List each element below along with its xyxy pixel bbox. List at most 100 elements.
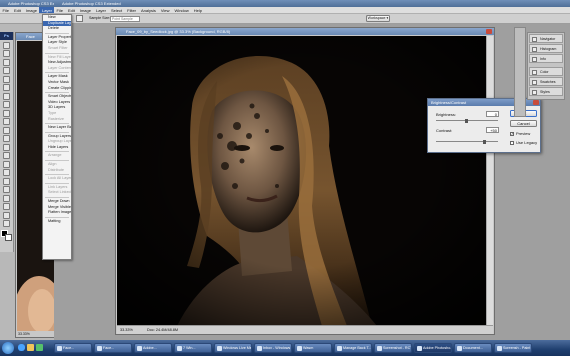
layer-menu-item-hide-layers[interactable]: Hide Layers: [43, 145, 71, 151]
menu-separator: [45, 160, 69, 162]
panel-swatches[interactable]: Swatches: [529, 77, 563, 86]
layer-menu-item-flatten-image[interactable]: Flatten Image: [43, 210, 71, 216]
panel-navigator[interactable]: Navigator: [529, 34, 563, 43]
brightness-slider-handle[interactable]: [465, 119, 468, 123]
cancel-button[interactable]: Cancel: [510, 120, 537, 127]
brightness-input[interactable]: 0: [486, 111, 499, 117]
main_app-menu-help[interactable]: Help: [191, 7, 204, 13]
taskbar-item[interactable]: Wasm: [294, 343, 332, 353]
layer-menu-item-matting[interactable]: Matting: [43, 219, 71, 225]
layer-menu-item-merge-down[interactable]: Merge Down: [43, 199, 71, 205]
preview-check-icon[interactable]: ✓: [510, 131, 514, 136]
left_app-menu-layer[interactable]: Layer: [39, 7, 55, 13]
contrast-slider-handle[interactable]: [483, 140, 486, 144]
taskbar-item[interactable]: Face...: [94, 343, 132, 353]
close-icon[interactable]: [486, 29, 492, 34]
hand-tool-icon[interactable]: [3, 211, 10, 219]
menu-separator: [45, 151, 69, 153]
legacy-check-icon[interactable]: [510, 140, 514, 145]
main_app-menu-window[interactable]: Window: [172, 7, 191, 13]
taskbar-item[interactable]: Face...: [54, 343, 92, 353]
taskbar-item[interactable]: Document...: [454, 343, 492, 353]
main_app-menu-file[interactable]: File: [54, 7, 65, 13]
taskbar-item[interactable]: Inbox - Windows ...: [254, 343, 292, 353]
pen-tool-icon[interactable]: [3, 160, 10, 168]
taskbar-item[interactable]: Adobe...: [134, 343, 172, 353]
layer-menu-item-create-clipping-mask[interactable]: Create Clipping Mask: [43, 86, 71, 92]
dodge-tool-icon[interactable]: [3, 152, 10, 159]
layer-menu-item-lock-all-layers-in-group: Lock All Layers in Group...: [48, 176, 71, 181]
taskbar-item[interactable]: 7 Win...: [174, 343, 212, 353]
taskbar-item[interactable]: Manage Back T...: [334, 343, 372, 353]
panel-styles[interactable]: Styles: [529, 87, 563, 96]
explorer-icon[interactable]: [27, 344, 34, 351]
taskbar-item-label: Manage Back T...: [343, 346, 372, 350]
layer-menu-item-new-adjustment-layer[interactable]: New Adjustment Layer: [43, 60, 71, 66]
main_app-menu-layer[interactable]: Layer: [93, 7, 108, 13]
notes-tool-icon[interactable]: [3, 194, 10, 202]
main_app-menu-select[interactable]: Select: [109, 7, 125, 13]
path-select-icon[interactable]: [3, 177, 10, 185]
contrast-slider[interactable]: [436, 141, 498, 142]
status-zoom[interactable]: 33.33%: [120, 328, 133, 332]
contrast-input[interactable]: +50: [486, 127, 499, 133]
main_app-menu-analysis[interactable]: Analysis: [139, 7, 159, 13]
taskbar-item[interactable]: Screensh - Paint: [494, 343, 532, 353]
magic-wand-icon[interactable]: [3, 67, 10, 74]
taskbar-item-label: Inbox - Windows ...: [263, 346, 292, 350]
layer-menu-item-vector-mask[interactable]: Vector Mask: [43, 80, 71, 86]
shape-tool-icon[interactable]: [3, 186, 10, 193]
left_app-menu-edit[interactable]: Edit: [11, 7, 23, 13]
main_app-menu-edit[interactable]: Edit: [65, 7, 77, 13]
ie-icon[interactable]: [18, 344, 25, 351]
app-icon: [217, 346, 222, 351]
eyedropper-tool-icon[interactable]: [3, 203, 10, 210]
main_app-menu-image[interactable]: Image: [77, 7, 93, 13]
blur-tool-icon[interactable]: [3, 143, 10, 151]
color-icon: [532, 69, 537, 75]
workspace-button[interactable]: Workspace ▾: [366, 15, 390, 22]
legacy-label: Use Legacy: [516, 140, 538, 145]
taskbar-item[interactable]: Adobe Photosho...: [414, 343, 452, 353]
layer-menu-item-delete[interactable]: Delete: [43, 26, 71, 32]
healing-brush-icon[interactable]: [3, 92, 10, 100]
main_app-menu-filter[interactable]: Filter: [125, 7, 139, 13]
lasso-tool-icon[interactable]: [3, 58, 10, 66]
taskbar-item[interactable]: Screenshot - RCTS: [374, 343, 412, 353]
eraser-tool-icon[interactable]: [3, 126, 10, 134]
layer-menu-item-new-layer-based-slice[interactable]: New Layer Based Slice: [43, 125, 71, 131]
histogram-icon: [532, 46, 537, 52]
move-tool-icon[interactable]: [3, 41, 10, 49]
dialog-close-icon[interactable]: [533, 100, 539, 105]
left-toolbox: Ps: [0, 32, 14, 252]
gradient-tool-icon[interactable]: [3, 135, 10, 142]
crop-tool-icon[interactable]: [3, 75, 10, 83]
eyedropper-icon[interactable]: [76, 15, 83, 22]
zoom-tool-icon[interactable]: [3, 220, 10, 227]
taskbar-item[interactable]: Windows Live Me...: [214, 343, 252, 353]
left_app-menu-file[interactable]: File: [0, 7, 11, 13]
color-swatches-icon[interactable]: [1, 230, 12, 241]
preview-checkbox[interactable]: ✓ Preview: [510, 131, 530, 136]
brush-tool-icon[interactable]: [3, 101, 10, 108]
clone-stamp-icon[interactable]: [3, 109, 10, 117]
panel-info[interactable]: Info: [529, 54, 563, 63]
media-icon[interactable]: [36, 344, 43, 351]
slice-tool-icon[interactable]: [3, 84, 10, 91]
main_app-menu-view[interactable]: View: [158, 7, 172, 13]
vertical-scrollbar[interactable]: [486, 36, 493, 326]
left_app-menu-image[interactable]: Image: [23, 7, 39, 13]
taskbar-item-label: Wasm: [303, 346, 314, 350]
app-icon: [337, 346, 342, 351]
panel-histogram[interactable]: Histogram: [529, 44, 563, 53]
use-legacy-checkbox[interactable]: Use Legacy: [510, 140, 537, 145]
layer-menu-item-smart-objects[interactable]: Smart Objects: [43, 94, 71, 100]
panel-color[interactable]: Color: [529, 67, 563, 76]
type-tool-icon[interactable]: [3, 169, 10, 176]
start-button[interactable]: [2, 342, 14, 354]
history-brush-icon[interactable]: [3, 118, 10, 125]
panel-label: Navigator: [540, 37, 556, 41]
document-title[interactable]: Face_09_by_Seedlock.jpg @ 33.3% (Backgro…: [116, 28, 494, 35]
sample-size-select[interactable]: Point Sample: [110, 15, 140, 22]
marquee-tool-icon[interactable]: [3, 50, 10, 57]
